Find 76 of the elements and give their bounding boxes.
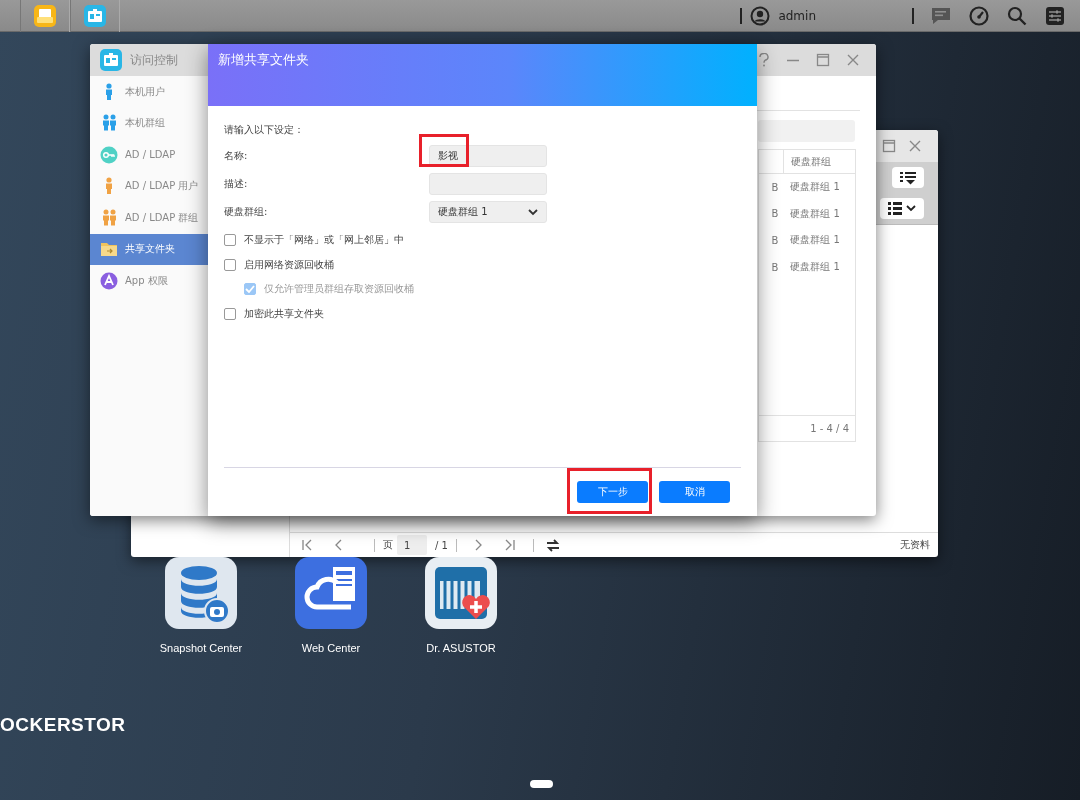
- document-app-icon[interactable]: [34, 4, 56, 27]
- sidebar-item[interactable]: 共享文件夹: [90, 233, 208, 265]
- message-icon[interactable]: [931, 6, 951, 25]
- sidebar-item[interactable]: AD / LDAP 用户: [90, 170, 208, 202]
- close-icon[interactable]: [846, 53, 860, 67]
- gauge-icon[interactable]: [969, 5, 989, 26]
- sort-button[interactable]: [892, 167, 924, 188]
- checkbox-label: 启用网络资源回收桶: [244, 257, 334, 272]
- sidebar-item[interactable]: AD / LDAP: [90, 139, 208, 171]
- people-icon: [100, 114, 118, 133]
- maximize-icon[interactable]: [816, 53, 830, 67]
- dialog-title: 新增共享文件夹: [218, 52, 309, 67]
- help-icon[interactable]: [758, 53, 770, 67]
- id-card-app-icon[interactable]: [84, 4, 106, 27]
- text-field[interactable]: [429, 173, 547, 195]
- user-name[interactable]: admin: [778, 8, 816, 23]
- field-label: 描述:: [224, 177, 249, 191]
- table-cell-text: B: [770, 181, 780, 193]
- table-cell-text: B: [770, 235, 780, 246]
- sidebar-item[interactable]: AD / LDAP 群组: [90, 202, 208, 234]
- settings-icon[interactable]: [1045, 5, 1065, 26]
- previous-page-icon[interactable]: [334, 539, 344, 551]
- table-cell-text: B: [770, 208, 780, 220]
- people-icon: [100, 208, 118, 227]
- first-page-icon[interactable]: [302, 539, 312, 551]
- caret-icon: [528, 208, 538, 216]
- table-cell-text: 硬盘群组 1: [789, 180, 841, 195]
- close-icon[interactable]: [908, 139, 922, 153]
- view-menu-button[interactable]: [880, 198, 924, 219]
- brand-logo: OCKERSTOR: [0, 714, 126, 735]
- page-label: 页: [383, 538, 393, 552]
- status-text: 无资料: [900, 538, 930, 552]
- table-cell-text: 硬盘群组 1: [789, 233, 841, 248]
- checkbox[interactable]: [224, 258, 236, 271]
- search-icon[interactable]: [1007, 5, 1027, 26]
- last-page-icon[interactable]: [504, 539, 515, 551]
- app-label[interactable]: Snapshot Center: [159, 642, 243, 654]
- search-field[interactable]: [758, 120, 855, 142]
- text-field[interactable]: 影视: [429, 145, 547, 167]
- database-camera-icon[interactable]: [165, 557, 237, 629]
- checkbox-label: 仅允许管理员群组存取资源回收桶: [264, 282, 414, 297]
- checkbox-label: 加密此共享文件夹: [244, 306, 324, 321]
- sidebar-item[interactable]: 本机群组: [90, 107, 208, 139]
- folder-icon: [100, 241, 118, 258]
- dock-handle[interactable]: [530, 780, 553, 788]
- sidebar-item[interactable]: 本机用户: [90, 76, 208, 108]
- disk-group-dropdown[interactable]: 硬盘群组 1: [429, 201, 547, 223]
- column-header[interactable]: 硬盘群组: [783, 150, 855, 173]
- next-button[interactable]: 下一步: [577, 481, 648, 503]
- row-count: 1 - 4 / 4: [810, 423, 849, 434]
- list-icon: [888, 202, 902, 215]
- app-label[interactable]: Web Center: [301, 642, 361, 654]
- maximize-icon[interactable]: [882, 139, 896, 153]
- table-cell-text: B: [770, 261, 780, 273]
- checkbox[interactable]: [224, 307, 236, 320]
- field-label: 硬盘群组:: [224, 205, 269, 219]
- list-sort-icon: [900, 170, 916, 185]
- table-cell-text: 硬盘群组 1: [789, 206, 841, 221]
- caret-icon: [906, 205, 916, 212]
- checkbox-label: 不显示于「网络」或「网上邻居」中: [244, 233, 404, 248]
- checkbox[interactable]: [224, 234, 236, 247]
- cloud-server-icon[interactable]: [295, 557, 367, 629]
- table-cell-text: 硬盘群组 1: [789, 260, 841, 275]
- key-icon: [100, 145, 118, 164]
- page-total: / 1: [435, 539, 448, 551]
- window-title: 访问控制: [130, 51, 178, 69]
- user-icon[interactable]: [750, 5, 771, 26]
- id-card-app-icon[interactable]: [100, 49, 122, 71]
- cancel-button[interactable]: 取消: [659, 481, 730, 503]
- app-label[interactable]: Dr. ASUSTOR: [426, 642, 496, 654]
- refresh-icon[interactable]: [545, 538, 560, 552]
- field-label: 名称:: [224, 149, 249, 163]
- app-icon: [100, 271, 118, 290]
- sidebar-item[interactable]: App 权限: [90, 265, 208, 297]
- page-field[interactable]: 1: [397, 535, 427, 555]
- instruction-text: 请输入以下设定：: [224, 123, 304, 137]
